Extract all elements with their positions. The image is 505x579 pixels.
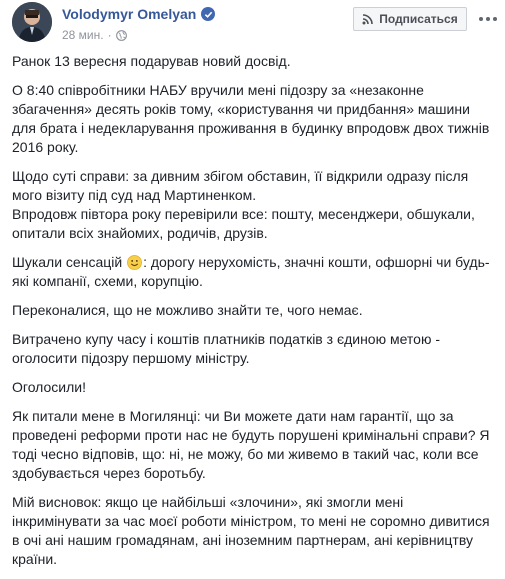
post-paragraph: Оголосили! [12, 379, 86, 395]
subscribe-button[interactable]: Подписаться [353, 7, 467, 31]
post-paragraph: О 8:40 співробітники НАБУ вручили мені п… [12, 82, 490, 155]
post-paragraph: Переконалися, що не можливо знайти те, ч… [12, 302, 363, 318]
globe-icon [115, 29, 127, 41]
post-paragraph: Впродовж півтора року перевірили все: по… [12, 206, 475, 241]
post-body: Ранок 13 вересня подарував новий досвід.… [12, 52, 494, 579]
post-paragraph: Ранок 13 вересня подарував новий досвід. [12, 53, 291, 69]
post-timestamp[interactable]: 28 мин. [62, 28, 104, 42]
post-paragraph: Шукали сенсацій : дорогу нерухомість, зн… [12, 253, 494, 291]
paragraph-text: Шукали сенсацій [12, 254, 123, 270]
meta-separator: · [107, 28, 112, 42]
smiley-emoji-icon [127, 255, 142, 270]
verified-badge-icon [201, 7, 216, 21]
post-paragraph: Витрачено купу часу і коштів платників п… [12, 331, 441, 366]
post-meta: 28 мин. · [62, 28, 127, 42]
more-options-icon[interactable] [478, 12, 498, 26]
post-header: Volodymyr Omelyan 28 мин. · Подписаться [0, 0, 505, 48]
author-name[interactable]: Volodymyr Omelyan [62, 6, 196, 22]
post-paragraph: Мій висновок: якщо це найбільші «злочини… [12, 494, 490, 567]
avatar[interactable] [12, 2, 52, 42]
post-paragraph: Як питали мене в Могилянці: чи Ви можете… [12, 408, 490, 481]
post-paragraph: Щодо суті справи: за дивним збігом обста… [12, 167, 494, 205]
author-name-row: Volodymyr Omelyan [62, 6, 216, 22]
subscribe-label: Подписаться [379, 12, 458, 26]
paragraph-text: Щодо суті справи: за дивним збігом обста… [12, 168, 469, 203]
rss-icon [362, 14, 374, 25]
